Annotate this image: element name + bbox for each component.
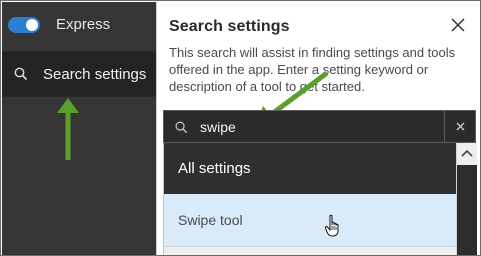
scroll-thumb[interactable] [457,165,477,255]
express-toggle[interactable] [8,17,40,33]
results-scrollbar[interactable] [456,143,477,255]
results-list: All settings Swipe tool [163,143,477,255]
panel-title: Search settings [169,18,290,35]
toggle-knob [26,19,38,31]
clear-search-button[interactable] [444,111,475,142]
hand-cursor-icon [324,214,339,237]
search-icon [13,66,29,82]
search-icon [174,120,189,135]
app-frame: Express Search settings Search settings [0,0,481,256]
result-all-settings[interactable]: All settings [164,143,456,194]
chevron-up-icon [461,149,473,157]
sidebar-item-label: Search settings [43,66,147,83]
close-button[interactable] [449,16,467,34]
result-item-partial[interactable] [164,246,456,255]
search-box [163,110,476,143]
result-swipe-tool[interactable]: Swipe tool [164,194,456,246]
sidebar-item-search-settings[interactable]: Search settings [2,51,156,97]
express-toggle-row[interactable]: Express [2,5,156,41]
up-arrow-annotation-icon [57,98,79,160]
close-icon [451,18,465,32]
search-settings-panel: Search settings This search will assist … [156,2,480,255]
close-icon [456,122,465,131]
scroll-up-button[interactable] [457,143,477,165]
sidebar: Express Search settings [2,2,156,255]
panel-divider [156,2,157,255]
express-label: Express [56,16,111,33]
search-input[interactable] [200,117,440,137]
